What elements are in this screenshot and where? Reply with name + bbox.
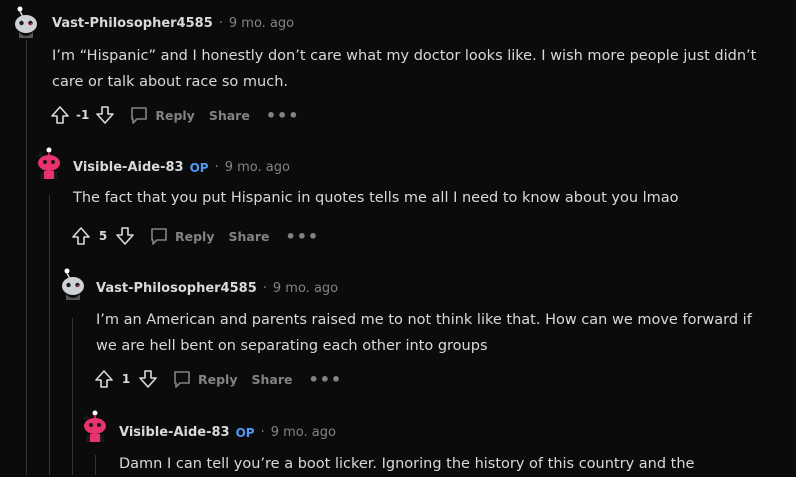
comment-body: The fact that you put Hispanic in quotes… xyxy=(73,190,679,206)
separator-dot: · xyxy=(214,160,219,175)
reply-label: Reply xyxy=(175,228,215,244)
comment-bubble-icon xyxy=(149,226,169,246)
author-name[interactable]: Vast-Philosopher4585 xyxy=(52,16,213,31)
timestamp[interactable]: 9 mo. ago xyxy=(229,16,294,31)
reply-button[interactable]: Reply xyxy=(129,105,195,125)
downvote-icon[interactable] xyxy=(95,105,115,125)
more-options-icon[interactable]: ••• xyxy=(266,106,300,125)
share-button[interactable]: Share xyxy=(228,229,269,244)
author-name[interactable]: Visible-Aide-83 xyxy=(73,160,184,175)
reply-button[interactable]: Reply xyxy=(172,369,237,389)
vote-controls: 1 xyxy=(94,369,158,389)
share-label: Share xyxy=(228,228,270,244)
share-label: Share xyxy=(251,371,293,387)
downvote-icon[interactable] xyxy=(115,226,135,246)
separator-dot: · xyxy=(262,281,267,296)
timestamp[interactable]: 9 mo. ago xyxy=(271,425,336,440)
snoo-grey-avatar[interactable] xyxy=(57,268,89,300)
vote-score: -1 xyxy=(76,108,90,122)
author-name[interactable]: Visible-Aide-83 xyxy=(119,425,230,440)
downvote-icon[interactable] xyxy=(138,369,158,389)
share-button[interactable]: Share xyxy=(251,372,292,387)
vote-controls: -1 xyxy=(50,105,115,125)
share-button[interactable]: Share xyxy=(209,108,250,123)
snoo-pink-avatar[interactable] xyxy=(79,410,111,442)
thread-line-4 xyxy=(95,455,96,475)
upvote-icon[interactable] xyxy=(50,105,70,125)
share-label: Share xyxy=(208,107,250,123)
thread-line-1 xyxy=(26,40,27,475)
vote-score: 5 xyxy=(98,229,108,243)
thread-line-2 xyxy=(49,195,50,475)
comment-actions: 1 Reply Share ••• xyxy=(94,366,342,392)
more-options-icon[interactable]: ••• xyxy=(308,370,342,389)
reply-label: Reply xyxy=(198,371,238,387)
more-options-icon[interactable]: ••• xyxy=(285,227,319,246)
comment-bubble-icon xyxy=(172,369,192,389)
timestamp[interactable]: 9 mo. ago xyxy=(225,160,290,175)
vote-score: 1 xyxy=(121,372,131,386)
thread-line-3 xyxy=(72,318,73,475)
separator-dot: · xyxy=(218,16,223,31)
snoo-grey-avatar[interactable] xyxy=(10,6,42,38)
separator-dot: · xyxy=(260,425,265,440)
snoo-pink-avatar[interactable] xyxy=(33,147,65,179)
comment-body: I’m an American and parents raised me to… xyxy=(96,312,757,354)
comment-body: I’m “Hispanic” and I honestly don’t care… xyxy=(52,48,761,90)
author-name[interactable]: Vast-Philosopher4585 xyxy=(96,281,257,296)
reply-button[interactable]: Reply xyxy=(149,226,214,246)
comment-actions: 5 Reply Share ••• xyxy=(71,223,319,249)
op-badge: OP xyxy=(235,425,255,440)
comment-body: Damn I can tell you’re a boot licker. Ig… xyxy=(119,456,695,472)
comment-bubble-icon xyxy=(129,105,149,125)
upvote-icon[interactable] xyxy=(94,369,114,389)
vote-controls: 5 xyxy=(71,226,135,246)
upvote-icon[interactable] xyxy=(71,226,91,246)
timestamp[interactable]: 9 mo. ago xyxy=(273,281,338,296)
reply-label: Reply xyxy=(155,107,195,123)
op-badge: OP xyxy=(189,160,209,175)
comment-actions: -1 Reply Share ••• xyxy=(50,102,300,128)
